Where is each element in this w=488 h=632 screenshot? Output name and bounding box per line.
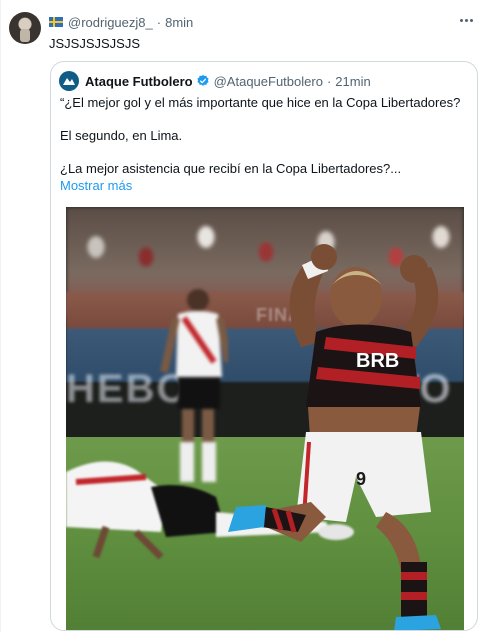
tweet[interactable]: @rodriguezj8_ · 8min JSJSJSJSJSJS Ataque… xyxy=(0,0,488,632)
quoted-handle[interactable]: @AtaqueFutbolero xyxy=(214,74,323,89)
tweet-handle[interactable]: @rodriguezj8_ xyxy=(68,15,153,30)
quoted-tweet[interactable]: Ataque Futbolero @AtaqueFutbolero · 21mi… xyxy=(50,61,478,631)
quoted-name[interactable]: Ataque Futbolero xyxy=(85,74,193,89)
more-options-icon[interactable] xyxy=(456,12,476,28)
jersey-number: 9 xyxy=(356,469,366,489)
quoted-separator: · xyxy=(326,73,332,89)
quoted-line: El segundo, en Lima. xyxy=(60,128,183,143)
main-player: BRB 9 xyxy=(228,244,441,630)
verified-badge-icon xyxy=(197,74,209,86)
flamengo-player-celebration-photo[interactable]: FINAL HEBO EVO xyxy=(66,207,464,630)
sponsor-text: BRB xyxy=(356,350,399,372)
tweet-header: @rodriguezj8_ · 8min xyxy=(49,14,193,30)
quoted-avatar[interactable] xyxy=(59,71,79,91)
show-more-link[interactable]: Mostrar más xyxy=(60,177,470,194)
quoted-line: ¿La mejor asistencia que recibí en la Co… xyxy=(60,161,402,176)
quoted-text: “¿El mejor gol y el más importante que h… xyxy=(60,94,470,194)
sweden-flag-icon xyxy=(49,17,63,27)
tweet-time[interactable]: 8min xyxy=(165,15,193,30)
quoted-tweet-header: Ataque Futbolero @AtaqueFutbolero · 21mi… xyxy=(59,71,371,91)
tweet-separator: · xyxy=(156,14,162,30)
tweet-text: JSJSJSJSJSJS xyxy=(49,36,141,51)
quoted-line: “¿El mejor gol y el más importante que h… xyxy=(60,95,461,110)
quoted-time[interactable]: 21min xyxy=(335,74,370,89)
mountain-logo-icon xyxy=(63,78,75,85)
avatar[interactable] xyxy=(9,12,41,44)
